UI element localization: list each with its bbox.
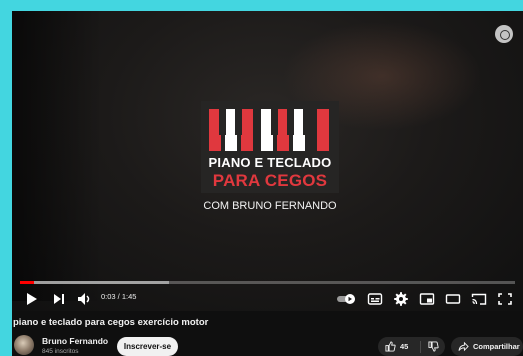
theater-icon[interactable]	[445, 289, 461, 309]
like-dislike-group: 45	[378, 337, 445, 356]
progress-bar[interactable]	[20, 281, 515, 284]
share-icon	[458, 341, 469, 352]
thumbs-up-icon	[385, 341, 396, 352]
piano-keys-icon	[209, 109, 329, 151]
progress-buffered	[20, 281, 169, 284]
player-controls: 0:03 / 1:45	[12, 287, 523, 311]
video-title: piano e teclado para cegos exercício mot…	[13, 317, 209, 328]
video-logo: PIANO E TECLADO PARA CEGOS	[201, 101, 339, 193]
cast-icon[interactable]	[471, 289, 487, 309]
play-icon[interactable]	[25, 289, 39, 309]
autoplay-toggle[interactable]	[336, 289, 358, 309]
subscriber-count: 845 inscritos	[42, 348, 79, 355]
share-button[interactable]: Compartilhar	[451, 337, 523, 356]
channel-avatar[interactable]	[14, 335, 34, 355]
time-display: 0:03 / 1:45	[101, 292, 137, 301]
logo-title-line2: PARA CEGOS	[212, 171, 328, 190]
logo-title-line1: PIANO E TECLADO	[208, 155, 332, 170]
window-border-top	[0, 0, 523, 11]
fullscreen-icon[interactable]	[497, 289, 513, 309]
window-border-left	[0, 0, 12, 356]
subscribe-button[interactable]: Inscrever-se	[117, 337, 178, 356]
progress-played	[20, 281, 35, 284]
like-count: 45	[400, 342, 409, 351]
next-icon[interactable]	[52, 289, 66, 309]
thumbs-down-icon	[427, 341, 439, 352]
subtitles-icon[interactable]	[367, 289, 383, 309]
dislike-button[interactable]	[421, 337, 445, 356]
like-button[interactable]: 45	[378, 337, 420, 356]
miniplayer-icon[interactable]	[419, 289, 435, 309]
logo-subtitle: COM BRUNO FERNANDO	[203, 200, 337, 212]
channel-name[interactable]: Bruno Fernando	[42, 336, 108, 346]
video-player[interactable]: PIANO E TECLADO PARA CEGOS COM BRUNO FER…	[12, 11, 523, 311]
volume-icon[interactable]	[77, 289, 93, 309]
settings-icon[interactable]	[393, 289, 409, 309]
channel-watermark-icon[interactable]	[495, 25, 513, 43]
share-label: Compartilhar	[473, 342, 520, 351]
